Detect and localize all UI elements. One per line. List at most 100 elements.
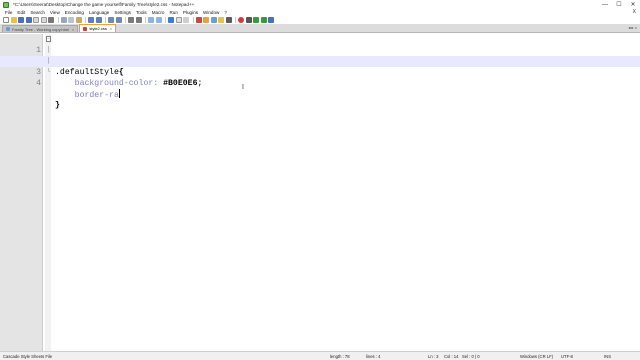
window-controls: — ☐ ✕ xyxy=(598,0,640,9)
menu-tools[interactable]: Tools xyxy=(136,10,147,15)
indent-guide-icon[interactable] xyxy=(183,17,189,23)
folder-workspace-icon[interactable] xyxy=(218,17,224,23)
monitor-icon[interactable] xyxy=(225,17,232,23)
menu-settings[interactable]: Settings xyxy=(114,10,131,15)
css-value: #B0E0E6 xyxy=(163,79,198,88)
menu-file[interactable]: File xyxy=(5,10,12,15)
current-code-line[interactable]: 3 │ border-ra xyxy=(0,56,640,100)
copy-icon[interactable] xyxy=(68,17,74,23)
doc-map-icon[interactable] xyxy=(203,17,209,23)
undo-icon[interactable] xyxy=(88,17,94,23)
minimize-button[interactable]: — xyxy=(598,0,612,9)
save-all-icon[interactable] xyxy=(25,17,32,23)
toolbar-separator xyxy=(85,17,86,23)
css-property: background-color: xyxy=(74,79,159,88)
code-line[interactable]: 2 │ background-color: #B0E0E6; xyxy=(0,45,640,89)
new-file-icon[interactable] xyxy=(3,17,9,23)
status-length: length : 78 xyxy=(330,354,350,359)
tab-style2-css[interactable]: style2.css × xyxy=(79,24,117,32)
close-icon[interactable] xyxy=(33,17,39,23)
toolbar-separator xyxy=(145,17,146,23)
menu-run[interactable]: Run xyxy=(169,10,177,15)
cut-icon[interactable] xyxy=(60,17,67,23)
replace-icon[interactable] xyxy=(115,17,122,23)
run-macro-icon[interactable] xyxy=(260,17,267,23)
menu-search[interactable]: Search xyxy=(30,10,45,15)
fold-end: └ xyxy=(46,68,51,75)
fold-line: │ xyxy=(46,57,51,64)
toolbar xyxy=(0,16,640,24)
redo-icon[interactable] xyxy=(95,17,102,23)
menu-plugins[interactable]: Plugins xyxy=(183,10,198,15)
toolbar-separator xyxy=(57,17,59,23)
sync-v-icon[interactable] xyxy=(148,17,154,23)
menu-macro[interactable]: Macro xyxy=(152,10,165,15)
save-macro-icon[interactable] xyxy=(268,17,274,23)
text-caret xyxy=(118,89,120,98)
zoom-in-icon[interactable] xyxy=(128,17,134,23)
status-encoding[interactable]: UTF-8 xyxy=(561,354,573,359)
paste-icon[interactable] xyxy=(75,17,82,23)
find-icon[interactable] xyxy=(108,17,114,23)
notepad-app-icon xyxy=(3,1,9,8)
typed-text: border-ra xyxy=(74,91,119,100)
code-line[interactable]: 4 └ } xyxy=(0,67,640,111)
menu-encoding[interactable]: Encoding xyxy=(65,10,84,15)
editor-area[interactable]: 1 − .defaultStyle{ 2 │ background-color:… xyxy=(0,34,640,351)
open-file-icon[interactable] xyxy=(10,17,17,23)
semicolon: ; xyxy=(197,79,203,88)
status-bar: Cascade Style Sheets File length : 78 li… xyxy=(0,351,640,360)
lang-icon[interactable] xyxy=(195,17,202,23)
file-icon xyxy=(6,27,10,31)
play-macro-icon[interactable] xyxy=(253,17,259,23)
stop-record-icon[interactable] xyxy=(245,17,252,23)
status-lines: lines : 4 xyxy=(366,354,381,359)
toolbar-separator xyxy=(165,17,166,23)
zoom-out-icon[interactable] xyxy=(135,17,142,23)
menu-edit[interactable]: Edit xyxy=(17,10,25,15)
tab-family-tree-html[interactable]: Family Tree - Working copy.html × xyxy=(2,25,79,32)
status-selection: Sel : 0 | 0 xyxy=(462,354,480,359)
tab-scroll-arrows[interactable]: ◂ ▸ × xyxy=(628,25,637,30)
fold-collapse-icon[interactable]: − xyxy=(46,36,51,42)
toolbar-separator xyxy=(235,17,236,23)
line-number: 4 xyxy=(36,79,41,88)
status-line: Ln : 3 xyxy=(428,354,439,359)
toolbar-separator xyxy=(192,17,194,23)
close-all-icon[interactable] xyxy=(40,17,47,23)
sync-h-icon[interactable] xyxy=(155,17,162,23)
fold-margin xyxy=(45,34,51,351)
save-icon[interactable] xyxy=(18,17,24,23)
menu-help[interactable]: ? xyxy=(224,10,227,15)
title-bar: *C:\Users\Seerat\Desktop\Change the game… xyxy=(0,0,640,9)
modified-file-icon xyxy=(83,26,88,31)
all-chars-icon[interactable] xyxy=(175,17,182,23)
i-beam-cursor-icon: I xyxy=(242,84,244,91)
notepad-plus-plus-window: *C:\Users\Seerat\Desktop\Change the game… xyxy=(0,0,640,360)
tab-label: style2.css xyxy=(89,26,107,31)
maximize-button[interactable]: ☐ xyxy=(612,0,626,9)
close-window-button[interactable]: ✕ xyxy=(626,0,640,9)
menu-bar: File Edit Search View Encoding Language … xyxy=(0,9,640,16)
toolbar-separator xyxy=(125,17,126,23)
fold-line: │ xyxy=(46,46,51,53)
print-icon[interactable] xyxy=(48,17,54,23)
window-title: *C:\Users\Seerat\Desktop\Change the game… xyxy=(13,2,195,7)
toolbar-separator xyxy=(105,17,106,23)
close-document-icon[interactable]: X xyxy=(633,9,636,15)
tab-close-icon[interactable]: × xyxy=(110,26,112,31)
status-file-type: Cascade Style Sheets File xyxy=(3,354,53,359)
code-line[interactable]: 1 − .defaultStyle{ xyxy=(0,34,640,77)
menu-view[interactable]: View xyxy=(50,10,60,15)
close-brace: } xyxy=(55,101,60,110)
record-macro-icon[interactable] xyxy=(238,17,244,23)
menu-language[interactable]: Language xyxy=(89,10,109,15)
tab-close-icon[interactable]: × xyxy=(72,27,74,32)
status-column: Col : 14 xyxy=(444,354,459,359)
status-insert-mode: INS xyxy=(604,354,611,359)
status-eol[interactable]: Windows (CR LF) xyxy=(520,354,553,359)
function-list-icon[interactable] xyxy=(210,17,217,23)
tab-bar: Family Tree - Working copy.html × style2… xyxy=(0,24,640,33)
wrap-icon[interactable] xyxy=(168,17,174,23)
menu-window[interactable]: Window xyxy=(203,10,219,15)
